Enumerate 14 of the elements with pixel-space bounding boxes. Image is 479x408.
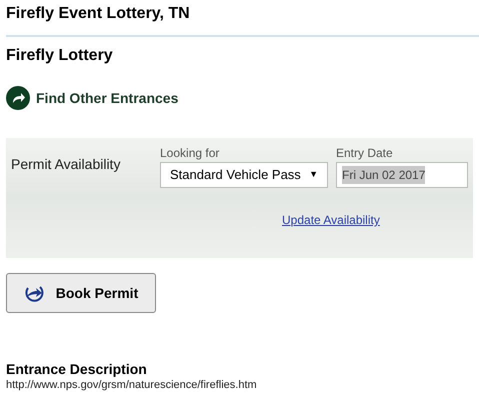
entrance-description-url: http://www.nps.gov/grsm/naturescience/fireflies.htm [6,378,258,393]
permit-availability-label: Permit Availability [11,155,122,174]
pass-type-dropdown[interactable]: Standard Vehicle Pass ▼ [160,162,328,188]
page-title: Firefly Event Lottery, TN [6,4,191,24]
dropdown-caret-icon: ▼ [309,168,318,182]
arrow-circle-icon [24,284,46,302]
find-other-entrances-link[interactable]: Find Other Entrances [36,88,178,108]
entry-date-label: Entry Date [336,146,394,160]
looking-for-label: Looking for [160,146,220,160]
section-title: Firefly Lottery [6,46,114,66]
update-availability-link[interactable]: Update Availability [282,213,380,227]
entry-date-field[interactable]: Fri Jun 02 2017 [336,162,468,188]
book-permit-button[interactable]: Book Permit [6,273,156,313]
entrance-description-heading: Entrance Description [6,360,148,378]
